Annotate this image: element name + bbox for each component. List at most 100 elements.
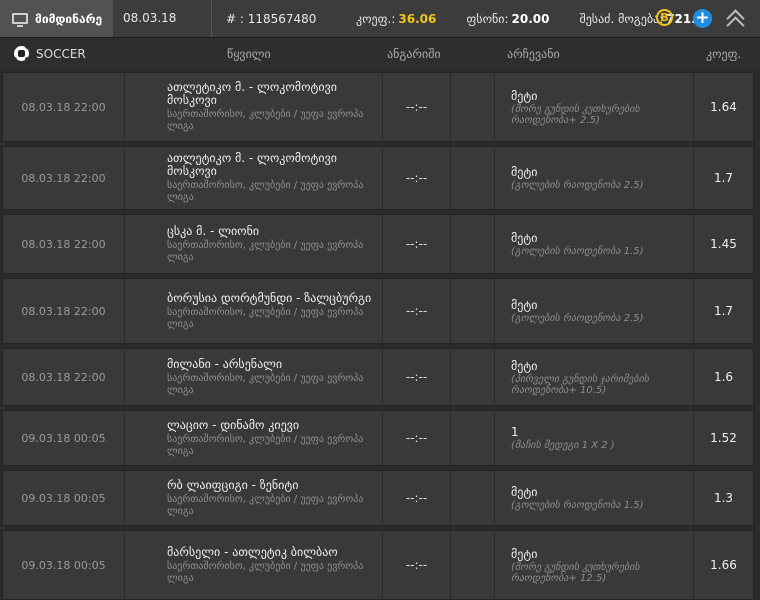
bet-row[interactable]: 08.03.18 22:00 ცსკა მ. - ლიონი საერთაშორის… [2, 214, 754, 274]
spacer-cell [451, 349, 495, 405]
bet-row[interactable]: 09.03.18 00:05 მარსელი - ათლეტიკ ბილბაო სა… [2, 530, 754, 600]
table-header: SOCCER წყვილი ანგარიში არჩევანი კოეფ. [0, 38, 760, 70]
event-date: 08.03.18 22:00 [3, 349, 125, 405]
event-score: --:-- [383, 73, 451, 141]
bet-cell: მეტი (გოლების რაოდენობა 2.5) [495, 147, 694, 209]
bet-cell: მეტი (პირველი გუნდის ჯარიმების რაოდენობა+… [495, 349, 694, 405]
bet-cell: მეტი (გოლების რაოდენობა 2.5) [495, 279, 694, 343]
bet-cell: მეტი (მორე გუნდის კუთხურების რაოდენობა+ 1… [495, 531, 694, 599]
bet-selection: მეტი [511, 485, 538, 499]
stake-label: ფსონი: [466, 11, 509, 26]
spacer-cell [451, 147, 495, 209]
event-league: საერთაშორისო, კლუბები / უეფა ევროპა ლიგა [167, 239, 364, 263]
bet-selection: მეტი [511, 298, 538, 312]
event-score: --:-- [383, 215, 451, 273]
coef-group: კოეფ.: 36.06 [356, 12, 436, 26]
bet-market: (გოლების რაოდენობა 2.5) [511, 313, 644, 324]
col-event-header: წყვილი [227, 47, 271, 61]
bet-selection: მეტი [511, 546, 538, 561]
bet-row[interactable]: 09.03.18 00:05 რბ ლაიფციგი - ზენიტი საერთა… [2, 470, 754, 526]
event-league: საერთაშორისო, კლუბები / უეფა ევროპა ლიგა [167, 493, 364, 517]
event-cell: ლაციო - დინამო კიევი საერთაშორისო, კლუბებ… [125, 411, 383, 465]
event-name: ცსკა მ. - ლიონი [167, 223, 260, 238]
bet-cell: მეტი (გოლების რაოდენობა 1.5) [495, 471, 694, 525]
bet-market: (მაჩის შედეგი 1 X 2 ) [511, 440, 615, 451]
bet-selection: მეტი [511, 165, 538, 179]
event-name: მილანი - არსენალი [167, 356, 283, 371]
bet-odds: 1.3 [713, 491, 734, 505]
stake-value: 20.00 [511, 11, 550, 26]
event-league: საერთაშორისო, კლუბები / უეფა ევროპა ლიგა [167, 560, 364, 584]
bet-selection: მეტი [511, 231, 538, 245]
bet-odds: 1.52 [710, 431, 737, 445]
event-name: ბორუსია დორტმუნდი - ზალცბურგი [167, 290, 372, 305]
bet-selection: მეტი [511, 88, 538, 103]
soccer-ball-icon [14, 46, 29, 61]
bet-market: (გოლების რაოდენობა 1.5) [511, 500, 644, 511]
event-cell: ათლეტიკო მ. - ლოკომოტივი მოსკოვი საერთაშო… [125, 147, 383, 209]
bet-cell: 1 (მაჩის შედეგი 1 X 2 ) [495, 411, 694, 465]
coef-label: კოეფ.: [356, 11, 396, 26]
sport-label: SOCCER [36, 47, 86, 61]
event-date: 08.03.18 22:00 [3, 279, 125, 343]
event-cell: ბორუსია დორტმუნდი - ზალცბურგი საერთაშორის… [125, 279, 383, 343]
spacer-cell [451, 411, 495, 465]
bet-row[interactable]: 08.03.18 22:00 ბორუსია დორტმუნდი - ზალცბუ… [2, 278, 754, 344]
ticket-id: # : 118567480 [226, 11, 317, 26]
event-cell: რბ ლაიფციგი - ზენიტი საერთაშორისო, კლუბებ… [125, 471, 383, 525]
col-odds-header: კოეფ. [706, 47, 742, 61]
stake-group: ფსონი: 20.00 [466, 12, 549, 26]
add-icon[interactable]: + [693, 9, 712, 28]
spacer-cell [451, 215, 495, 273]
spacer-cell [451, 73, 495, 141]
event-score: --:-- [383, 279, 451, 343]
event-cell: მარსელი - ათლეტიკ ბილბაო საერთაშორისო, კლ… [125, 531, 383, 599]
event-date: 08.03.18 22:00 [3, 215, 125, 273]
bet-row[interactable]: 09.03.18 00:05 ლაციო - დინამო კიევი საერთა… [2, 410, 754, 466]
event-name: ლაციო - დინამო კიევი [167, 417, 300, 432]
col-bet-header: არჩევანი [507, 47, 560, 61]
event-name: რბ ლაიფციგი - ზენიტი [167, 477, 299, 492]
event-date: 09.03.18 00:05 [3, 531, 125, 599]
event-name: მარსელი - ათლეტიკ ბილბაო [167, 544, 338, 559]
bet-odds: 1.45 [710, 237, 737, 251]
event-date: 09.03.18 00:05 [3, 471, 125, 525]
bonus-icon[interactable]: B [656, 9, 673, 26]
collapse-chevron-icon[interactable] [726, 7, 746, 35]
monitor-icon [12, 13, 28, 27]
bet-selection: მეტი [511, 358, 538, 373]
event-score: --:-- [383, 471, 451, 525]
spacer-cell [451, 531, 495, 599]
bet-row[interactable]: 08.03.18 22:00 მილანი - არსენალი საერთაშორ… [2, 348, 754, 406]
event-score: --:-- [383, 349, 451, 405]
col-score-header: ანგარიში [387, 47, 441, 61]
bet-market: (გოლების რაოდენობა 1.5) [511, 246, 644, 257]
event-league: საერთაშორისო, კლუბები / უეფა ევროპა ლიგა [167, 306, 364, 330]
event-league: საერთაშორისო, კლუბები / უეფა ევროპა ლიგა [167, 109, 364, 132]
event-date: 08.03.18 22:00 [3, 147, 125, 209]
event-score: --:-- [383, 531, 451, 599]
current-tab-label: მიმდინარე [35, 11, 103, 26]
ticket-datetime: 08.03.18 20:11 [113, 0, 212, 62]
bet-row[interactable]: 08.03.18 22:00 ათლეტიკო მ. - ლოკომოტივი მ… [2, 146, 754, 210]
event-name: ათლეტიკო მ. - ლოკომოტივი მოსკოვი [167, 151, 337, 178]
bet-cell: მეტი (მორე გუნდის კუთხურების რაოდენობა+ 2… [495, 73, 694, 141]
current-tab[interactable]: მიმდინარე [0, 0, 113, 37]
event-league: საერთაშორისო, კლუბები / უეფა ევროპა ლიგა [167, 372, 364, 396]
bet-row[interactable]: 08.03.18 22:00 ათლეტიკო მ. - ლოკომოტივი მ… [2, 72, 754, 142]
event-score: --:-- [383, 411, 451, 465]
coef-value: 36.06 [398, 11, 437, 26]
event-league: საერთაშორისო, კლუბები / უეფა ევროპა ლიგა [167, 433, 364, 457]
event-score: --:-- [383, 147, 451, 209]
event-cell: ათლეტიკო მ. - ლოკომოტივი მოსკოვი საერთაშო… [125, 73, 383, 141]
bet-odds: 1.66 [710, 558, 737, 572]
bet-odds: 1.6 [713, 370, 734, 384]
bet-cell: მეტი (გოლების რაოდენობა 1.5) [495, 215, 694, 273]
bet-odds: 1.7 [713, 304, 734, 318]
bet-market: (მორე გუნდის კუთხურების რაოდენობა+ 2.5) [511, 103, 640, 126]
event-league: საერთაშორისო, კლუბები / უეფა ევროპა ლიგა [167, 180, 364, 203]
spacer-cell [451, 279, 495, 343]
bet-market: (პირველი გუნდის ჯარიმების რაოდენობა+ 10.… [511, 373, 649, 396]
event-date: 09.03.18 00:05 [3, 411, 125, 465]
event-cell: მილანი - არსენალი საერთაშორისო, კლუბები /… [125, 349, 383, 405]
